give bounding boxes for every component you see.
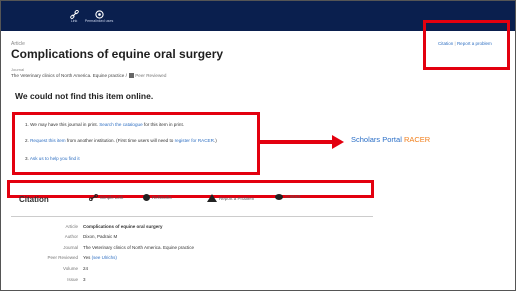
refworks-button[interactable]: RefWorks — [143, 194, 172, 201]
field-row-volume: Volume 24 — [11, 266, 371, 274]
journal-separator: / — [124, 73, 129, 78]
warning-icon — [207, 194, 217, 202]
article-field-value: Complications of equine oral surgery — [83, 224, 163, 229]
peer-reviewed-field-value: Yes (see Ulrichs) — [83, 255, 117, 260]
journal-label: Journal — [11, 67, 25, 72]
volume-field-value: 24 — [83, 266, 89, 271]
highlight-box-options — [12, 112, 260, 175]
annotation-arrow-head — [332, 135, 344, 149]
permalink-icon — [84, 6, 114, 19]
contact-label: Contact — [285, 194, 301, 199]
contact-button[interactable]: Contact — [275, 194, 301, 200]
field-row-author: Author Dixon, Padraic M — [11, 234, 371, 242]
citation-title: Citation — [19, 195, 49, 204]
permalink-button[interactable]: Permalinked uses — [84, 6, 114, 24]
racer-annotation: Scholars Portal RACER — [351, 135, 430, 144]
chat-bubble-icon — [275, 194, 283, 200]
peer-reviewed-icon — [129, 73, 135, 78]
journal-field-label: Journal — [63, 245, 78, 250]
ulrichs-link[interactable]: (see Ulrichs) — [92, 255, 117, 260]
peer-reviewed-label: Peer Reviewed — [135, 73, 167, 78]
racer-label: RACER — [403, 135, 431, 144]
field-row-peer-reviewed: Peer Reviewed Yes (see Ulrichs) — [11, 255, 371, 263]
issue-field-label: Issue — [67, 277, 78, 282]
journal-field-value: The Veterinary clinics of North America.… — [83, 245, 195, 250]
author-field-value: Dixon, Padraic M — [83, 234, 118, 239]
author-field-label: Author — [64, 234, 78, 239]
journal-name: The Veterinary clinics of North America.… — [11, 73, 125, 78]
field-row-journal: Journal The Veterinary clinics of North … — [11, 245, 371, 253]
highlight-box-top-right — [423, 20, 510, 70]
simple-link-icon — [89, 194, 98, 201]
simple-link-button[interactable]: Simple Link — [89, 194, 123, 201]
permalink-label: Permalinked uses — [84, 19, 114, 23]
issue-field-value: 3 — [83, 277, 86, 282]
refworks-icon — [143, 194, 150, 201]
peer-reviewed-yes: Yes — [83, 255, 91, 260]
annotation-arrow-shaft — [260, 140, 335, 144]
simple-link-label: Simple Link — [100, 195, 124, 200]
report-problem-label: Report a Problem — [219, 196, 255, 201]
report-problem-button[interactable]: Report a Problem — [207, 194, 254, 202]
article-field-label: Article — [65, 224, 78, 229]
volume-field-label: Volume — [62, 266, 78, 271]
journal-line: The Veterinary clinics of North America.… — [11, 73, 166, 78]
scholars-portal-label: Scholars Portal — [351, 135, 402, 144]
citation-header: Citation Simple Link RefWorks Report a P… — [11, 183, 373, 217]
not-found-message: We could not find this item online. — [15, 91, 154, 101]
refworks-label: RefWorks — [152, 195, 172, 200]
field-row-issue: Issue 3 — [11, 277, 371, 285]
page-title: Complications of equine oral surgery — [11, 47, 224, 61]
peer-reviewed-field-label: Peer Reviewed — [47, 255, 78, 260]
page: Link Permalinked uses Article Complicati… — [0, 0, 516, 291]
field-row-article: Article Complications of equine oral sur… — [11, 224, 371, 232]
